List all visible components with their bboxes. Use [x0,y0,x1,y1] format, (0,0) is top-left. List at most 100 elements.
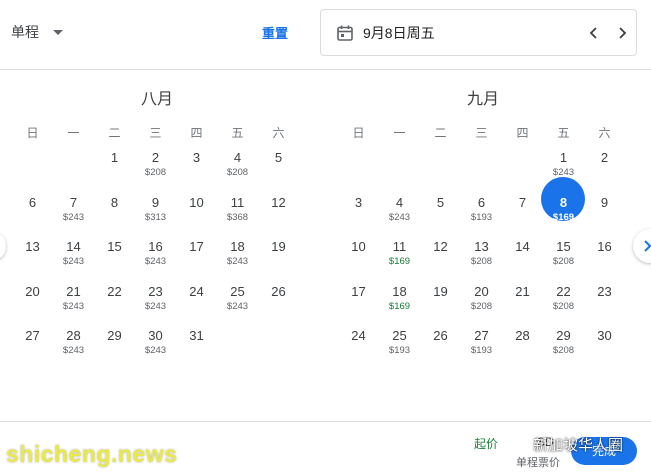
calendar-day[interactable]: 14 $243 [53,239,94,279]
day-price: $313 [144,211,167,223]
chevron-right-icon [644,240,651,252]
day-price: $193 [470,345,493,356]
watermark-text: 新加坡华人圈 [533,437,624,454]
calendar-day[interactable]: 25 $193 [379,328,420,368]
day-number: 15 [107,239,122,254]
day-number: 30 [597,328,612,343]
calendar-day[interactable]: 7 $243 [53,195,94,235]
calendar-day[interactable]: 4 $243 [379,195,420,235]
calendar-day[interactable]: 31 [176,328,217,368]
calendar-day[interactable]: 29 [94,328,135,368]
calendar-day[interactable]: 24 [338,328,379,368]
calendar-day[interactable]: 26 [420,328,461,368]
calendar-day[interactable]: 17 [176,239,217,279]
calendar-day[interactable]: 28 $243 [53,328,94,368]
calendar-day[interactable]: 11 $368 [217,195,258,235]
calendar-day[interactable]: 4 $208 [217,150,258,190]
calendar-day[interactable]: 12 [258,195,299,235]
calendar-day[interactable]: 1 [94,150,135,190]
departure-date-field[interactable]: 9月8日周五 [320,9,637,56]
day-number: 28 [66,328,81,343]
day-price: $243 [62,256,85,267]
day-number: 6 [28,194,37,210]
calendar-day[interactable]: 9 [584,195,625,235]
month-september: 九月 日一二三四五六 1 $243 2 3 4 $243 5 6 $193 7 8 $169 9 10 11… [338,88,628,356]
calendar-day[interactable]: 17 [338,284,379,324]
calendar-day[interactable]: 9 $313 [135,195,176,235]
weekday-label: 日 [26,126,39,140]
date-picker-header: 单程 重置 9月8日周五 [0,0,651,70]
day-number: 11 [392,239,407,254]
next-date-button[interactable] [611,22,633,44]
calendar-day[interactable]: 24 [176,284,217,324]
calendar-day[interactable]: 22 [94,284,135,324]
scroll-previous-month-button[interactable] [0,233,6,259]
calendar-day[interactable]: 19 [420,284,461,324]
calendar-day[interactable]: 13 $208 [461,239,502,279]
day-number: 29 [107,328,122,343]
calendar-day[interactable]: 29 $208 [543,328,584,368]
calendar-day[interactable]: 11 $169 [379,239,420,279]
scroll-next-month-button[interactable] [633,229,651,263]
day-price: $208 [470,256,493,267]
day-number: 3 [354,194,363,210]
calendar-icon [337,25,353,41]
calendar-day[interactable]: 3 [176,150,217,190]
day-number: 12 [271,194,286,210]
calendar-day[interactable]: 2 $208 [135,150,176,190]
calendar-day[interactable]: 10 [176,195,217,235]
calendar-day[interactable]: 25 $243 [217,284,258,324]
calendar-day[interactable]: 7 [502,195,543,235]
calendar-day[interactable]: 23 [584,284,625,324]
calendar-day[interactable]: 10 [338,239,379,279]
calendar-day[interactable]: 5 [258,150,299,190]
calendar-day[interactable]: 26 [258,284,299,324]
calendar-day[interactable]: 8 [94,195,135,235]
trip-type-dropdown[interactable]: 单程 [11,22,63,42]
calendar-day[interactable]: 30 [584,328,625,368]
previous-date-button[interactable] [583,22,605,44]
calendar-day[interactable]: 3 [338,195,379,235]
calendar-day[interactable]: 27 $193 [461,328,502,368]
calendar-day[interactable]: 21 [502,284,543,324]
day-number: 9 [151,194,160,210]
calendar-day[interactable]: 6 $193 [461,195,502,235]
oneway-price-label: 单程票价 [516,457,560,469]
calendar-day[interactable]: 27 [12,328,53,368]
calendar-day[interactable]: 20 $208 [461,284,502,324]
calendar-day[interactable]: 28 [502,328,543,368]
chevron-right-icon [619,27,627,39]
calendar-day[interactable]: 15 [94,239,135,279]
calendar-day[interactable]: 16 [584,239,625,279]
calendar-day[interactable]: 6 [12,195,53,235]
calendar-day[interactable]: 2 [584,150,625,190]
month-title: 八月 [140,91,173,108]
calendar-day[interactable]: 23 $243 [135,284,176,324]
calendar-day[interactable]: 5 [420,195,461,235]
day-number: 21 [66,283,81,299]
calendar-day[interactable]: 16 $243 [135,239,176,279]
weekday-label: 二 [434,126,447,140]
weekday-label: 六 [598,126,611,140]
calendar-day[interactable]: 18 $243 [217,239,258,279]
weekday-label: 一 [393,126,406,140]
day-number: 29 [556,328,571,343]
calendar-day[interactable]: 22 $208 [543,284,584,324]
day-number: 13 [25,239,40,254]
calendar-day[interactable]: 13 [12,239,53,279]
day-number: 14 [515,239,530,254]
calendar-day[interactable]: 20 [12,284,53,324]
calendar-day[interactable]: 14 [502,239,543,279]
calendar-day[interactable]: 15 $208 [543,239,584,279]
day-number: 14 [66,239,81,254]
day-number: 15 [556,239,571,254]
calendar-day[interactable]: 8 $169 [541,176,585,235]
day-number: 5 [436,194,445,210]
calendar-day[interactable]: 18 $169 [379,284,420,324]
calendar-day[interactable]: 30 $243 [135,328,176,368]
calendar-day[interactable]: 21 $243 [53,284,94,324]
month-august: 八月 日一二三四五六 1 2 $208 3 4 $208 5 6 7 $243 8 9 $313 10 11… [12,88,302,356]
calendar-day[interactable]: 19 [258,239,299,279]
calendar-day[interactable]: 12 [420,239,461,279]
reset-button[interactable]: 重置 [262,23,288,42]
